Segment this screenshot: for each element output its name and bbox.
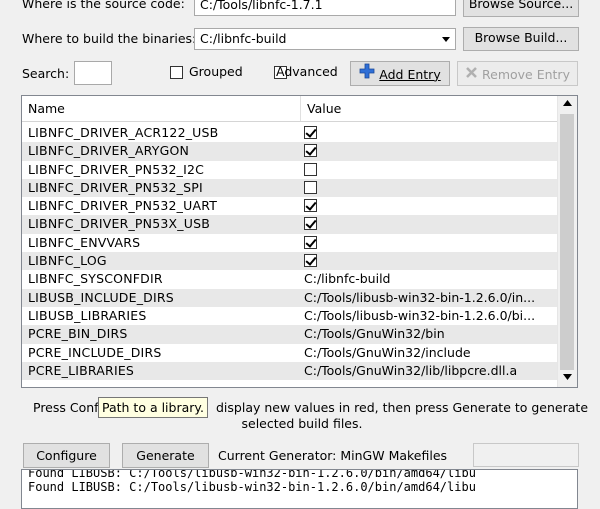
row-name-cell: LIBNFC_ENVVARS xyxy=(28,234,141,250)
value-checkbox[interactable] xyxy=(304,217,317,231)
value-checkbox[interactable] xyxy=(304,235,317,249)
table-row[interactable]: LIBNFC_DRIVER_PN53X_USB xyxy=(22,215,559,235)
row-name-cell: LIBNFC_DRIVER_PN532_UART xyxy=(28,198,218,214)
row-name-cell: LIBNFC_SYSCONFDIR xyxy=(28,271,163,287)
tooltip: Path to a library. xyxy=(98,397,208,418)
browse-build-button[interactable]: Browse Build... xyxy=(463,27,579,51)
row-name-cell: PCRE_BIN_DIRS xyxy=(28,326,128,342)
vertical-scrollbar[interactable] xyxy=(557,96,577,387)
remove-icon xyxy=(465,63,478,86)
row-value-checkbox-cell[interactable] xyxy=(304,252,554,272)
output-log[interactable]: Found LIBUSB: C:/Tools/libusb-win32-bin-… xyxy=(21,469,578,509)
row-value-checkbox-cell[interactable] xyxy=(304,161,554,181)
table-row[interactable]: LIBUSB_LIBRARIES C:/Tools/libusb-win32-bi… xyxy=(22,307,559,325)
source-path-field[interactable]: C:/Tools/libnfc-1.7.1 xyxy=(194,0,456,16)
table-row[interactable]: LIBNFC_DRIVER_ACR122_USB xyxy=(22,124,559,142)
table-row[interactable]: LIBNFC_DRIVER_ARYGON xyxy=(22,142,559,162)
table-row[interactable]: LIBNFC_DRIVER_PN532_I2C xyxy=(22,161,559,179)
row-name-cell: LIBNFC_DRIVER_PN53X_USB xyxy=(28,216,210,232)
row-value-cell[interactable]: C:/Tools/GnuWin32/include xyxy=(304,344,554,362)
row-name-cell: LIBNFC_LOG xyxy=(28,253,107,269)
row-value-checkbox-cell[interactable] xyxy=(304,215,554,235)
log-line: Found LIBUSB: C:/Tools/libusb-win32-bin-… xyxy=(28,480,476,494)
row-value-checkbox-cell[interactable] xyxy=(304,179,554,199)
row-name-cell: LIBNFC_DRIVER_PN532_SPI xyxy=(28,179,203,195)
table-header: Name Value xyxy=(22,96,559,122)
row-value-cell[interactable]: C:/Tools/GnuWin32/lib/libpcre.dll.a xyxy=(304,362,554,380)
table-row[interactable]: PCRE_LIBRARIES C:/Tools/GnuWin32/lib/libp… xyxy=(22,361,559,381)
row-name-cell: PCRE_LIBRARIES xyxy=(28,362,135,378)
hint-text-end: display new values in red, then press Ge… xyxy=(216,400,589,415)
hint-text-line2: selected build files. xyxy=(241,416,363,431)
row-value-checkbox-cell[interactable] xyxy=(304,234,554,254)
current-generator-label: Current Generator: MinGW Makefiles xyxy=(218,448,448,463)
configure-button[interactable]: Configure xyxy=(23,443,110,468)
value-checkbox[interactable] xyxy=(304,199,317,213)
hint-text-start: Press Confi xyxy=(33,400,103,415)
cache-entries-table[interactable]: Name Value LIBNFC_DRIVER_ACR122_USB LIBNF… xyxy=(21,95,578,388)
row-value-cell[interactable]: C:/Tools/libusb-win32-bin-1.2.6.0/bi... xyxy=(304,307,554,325)
table-row[interactable]: LIBNFC_DRIVER_PN532_SPI xyxy=(22,178,559,199)
row-value-checkbox-cell[interactable] xyxy=(304,197,554,217)
table-row[interactable]: PCRE_BIN_DIRS C:/Tools/GnuWin32/bin xyxy=(22,325,559,344)
value-checkbox[interactable] xyxy=(304,126,317,139)
table-row[interactable]: LIBUSB_INCLUDE_DIRS C:/Tools/libusb-win32… xyxy=(22,288,559,307)
table-body: LIBNFC_DRIVER_ACR122_USB LIBNFC_DRIVER_AR… xyxy=(22,124,559,381)
column-header-value[interactable]: Value xyxy=(301,96,559,121)
build-label: Where to build the binaries: xyxy=(22,31,197,46)
scroll-up-arrow-icon[interactable] xyxy=(558,96,576,113)
table-row[interactable]: LIBNFC_ENVVARS xyxy=(22,234,559,252)
add-entry-label: Add Entry xyxy=(379,67,441,82)
row-value-cell[interactable]: C:/Tools/GnuWin32/bin xyxy=(304,325,554,343)
row-value-cell[interactable]: C:/Tools/libusb-win32-bin-1.2.6.0/in... xyxy=(304,289,554,307)
browse-source-button[interactable]: Browse Source... xyxy=(463,0,579,17)
value-checkbox[interactable] xyxy=(304,254,317,268)
build-path-combobox[interactable]: C:/libnfc-build xyxy=(194,28,456,50)
row-name-cell: LIBNFC_DRIVER_PN532_I2C xyxy=(28,161,205,177)
progress-bar xyxy=(473,443,579,467)
row-value-checkbox-cell[interactable] xyxy=(304,124,554,144)
source-label: Where is the source code: xyxy=(22,0,185,11)
build-path-value: C:/libnfc-build xyxy=(200,31,287,46)
add-entry-button[interactable]: Add Entry xyxy=(350,61,450,86)
row-value-checkbox-cell[interactable] xyxy=(304,142,554,162)
generate-button[interactable]: Generate xyxy=(122,443,209,468)
value-checkbox[interactable] xyxy=(304,180,317,194)
column-header-name[interactable]: Name xyxy=(22,96,301,121)
row-value-cell[interactable]: C:/libnfc-build xyxy=(304,270,554,288)
search-label: Search: xyxy=(22,66,70,81)
row-name-cell: LIBNFC_DRIVER_ARYGON xyxy=(28,143,190,159)
table-row[interactable]: LIBNFC_SYSCONFDIR C:/libnfc-build xyxy=(22,270,559,288)
plus-icon xyxy=(359,63,375,86)
row-name-cell: LIBNFC_DRIVER_ACR122_USB xyxy=(28,125,219,140)
remove-entry-button[interactable]: Remove Entry xyxy=(457,61,578,86)
search-input[interactable] xyxy=(74,61,112,85)
remove-entry-label: Remove Entry xyxy=(482,67,570,82)
table-row[interactable]: LIBNFC_DRIVER_PN532_UART xyxy=(22,197,559,215)
grouped-checkbox[interactable] xyxy=(170,66,183,79)
advanced-label: Advanced xyxy=(276,64,338,79)
value-checkbox[interactable] xyxy=(304,162,317,176)
value-checkbox[interactable] xyxy=(304,144,317,158)
row-name-cell: LIBUSB_LIBRARIES xyxy=(28,307,147,323)
chevron-down-icon[interactable] xyxy=(441,29,451,49)
table-row[interactable]: PCRE_INCLUDE_DIRS C:/Tools/GnuWin32/inclu… xyxy=(22,344,559,362)
row-name-cell: LIBUSB_INCLUDE_DIRS xyxy=(28,289,174,305)
scrollbar-thumb[interactable] xyxy=(560,114,574,380)
scroll-down-arrow-icon[interactable] xyxy=(558,370,576,387)
table-row[interactable]: LIBNFC_LOG xyxy=(22,252,559,272)
grouped-label: Grouped xyxy=(189,64,243,79)
log-line: Found LIBUSB: C:/Tools/libusb-win32-bin-… xyxy=(28,469,476,480)
row-name-cell: PCRE_INCLUDE_DIRS xyxy=(28,344,162,360)
